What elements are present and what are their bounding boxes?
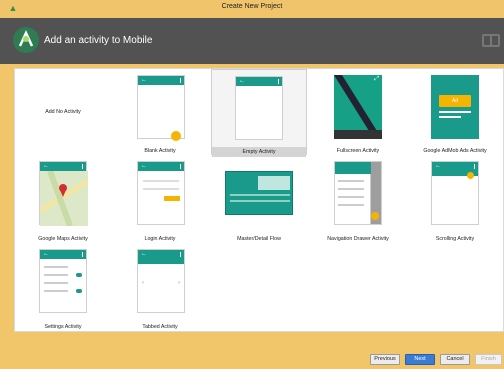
drawer-item <box>338 204 364 206</box>
ad-text-line <box>439 116 461 118</box>
drawer-item <box>338 180 364 182</box>
list-line <box>230 194 290 196</box>
activity-tile-master-detail[interactable]: Master/Detail Flow <box>211 157 307 243</box>
activity-label: Google AdMob Ads Activity <box>423 148 487 154</box>
activity-tile-login[interactable]: Login Activity <box>112 157 208 243</box>
maps-activity-preview <box>39 161 88 226</box>
admob-activity-preview: Ad <box>431 75 479 139</box>
activity-label: Google Maps Activity <box>38 236 88 242</box>
window-titlebar: ▲ Create New Project <box>0 0 504 18</box>
chevron-left-icon: ‹ <box>142 280 144 286</box>
login-activity-preview <box>137 161 185 225</box>
activity-tile-scrolling[interactable]: Scrolling Activity <box>407 157 503 243</box>
setting-row <box>44 274 68 276</box>
setting-row <box>44 266 68 268</box>
fullscreen-diagonal-graphic <box>334 75 382 139</box>
activity-label: Login Activity <box>144 236 176 242</box>
activity-tile-empty[interactable]: Empty Activity <box>211 69 307 157</box>
activity-tile-blank[interactable]: Blank Activity <box>112 69 208 155</box>
detail-pane <box>258 176 290 190</box>
activity-label: Master/Detail Flow <box>237 236 281 242</box>
login-submit-shape <box>164 196 180 201</box>
drawer-header <box>335 162 371 174</box>
master-detail-preview <box>225 171 293 215</box>
previous-button[interactable]: Previous <box>370 354 400 365</box>
fab-icon <box>171 131 181 141</box>
activity-label: Empty Activity <box>212 147 306 157</box>
wizard-header: Add an activity to Mobile <box>0 18 504 64</box>
settings-activity-preview <box>39 249 87 313</box>
setting-row <box>44 290 68 292</box>
android-studio-logo-icon <box>13 27 39 53</box>
blank-activity-preview <box>137 75 185 141</box>
activity-tile-tabbed[interactable]: ‹ › Tabbed Activity <box>112 245 208 331</box>
toggle-icon <box>76 273 82 277</box>
activity-tile-nav-drawer[interactable]: Navigation Drawer Activity <box>310 157 406 243</box>
map-graphic <box>40 171 88 226</box>
device-icon <box>482 34 500 47</box>
activity-label: Add No Activity <box>45 109 81 115</box>
activity-tile-admob[interactable]: Ad Google AdMob Ads Activity <box>407 69 503 155</box>
activity-tile-no-activity[interactable]: Add No Activity <box>15 69 111 155</box>
scrolling-activity-preview <box>431 161 479 225</box>
activity-tile-settings[interactable]: Settings Activity <box>15 245 111 331</box>
drawer-item <box>338 188 364 190</box>
window-title: Create New Project <box>221 3 283 10</box>
cancel-button[interactable]: Cancel <box>440 354 470 365</box>
login-field <box>143 188 179 190</box>
login-field <box>143 180 179 182</box>
ad-banner: Ad <box>439 95 471 107</box>
activity-label: Tabbed Activity <box>142 324 178 330</box>
fab-icon <box>371 212 379 220</box>
tabbed-activity-preview: ‹ › <box>137 249 185 313</box>
activity-label: Navigation Drawer Activity <box>327 236 389 242</box>
list-line <box>230 200 290 202</box>
fullscreen-activity-preview: ⤢ <box>334 75 382 139</box>
ad-text-line <box>439 111 471 113</box>
activity-label: Scrolling Activity <box>435 236 475 242</box>
activity-gallery[interactable]: Add No Activity Blank Activity Empty Act… <box>14 68 504 332</box>
next-button[interactable]: Next <box>405 354 435 365</box>
toggle-icon <box>76 289 82 293</box>
activity-label: Blank Activity <box>144 148 176 154</box>
fab-icon <box>467 172 474 179</box>
nav-drawer-preview <box>334 161 382 225</box>
activity-tile-fullscreen[interactable]: ⤢ Fullscreen Activity <box>310 69 406 155</box>
setting-row <box>44 282 68 284</box>
empty-activity-preview <box>235 76 283 140</box>
page-title: Add an activity to Mobile <box>44 35 153 46</box>
activity-label: Fullscreen Activity <box>336 148 380 154</box>
expand-icon: ⤢ <box>374 76 379 82</box>
finish-button[interactable]: Finish <box>475 354 502 365</box>
drawer-item <box>338 196 364 198</box>
chevron-right-icon: › <box>178 280 180 286</box>
activity-label: Settings Activity <box>44 324 82 330</box>
activity-tile-maps[interactable]: Google Maps Activity <box>15 157 111 243</box>
drawer-panel <box>335 162 371 224</box>
